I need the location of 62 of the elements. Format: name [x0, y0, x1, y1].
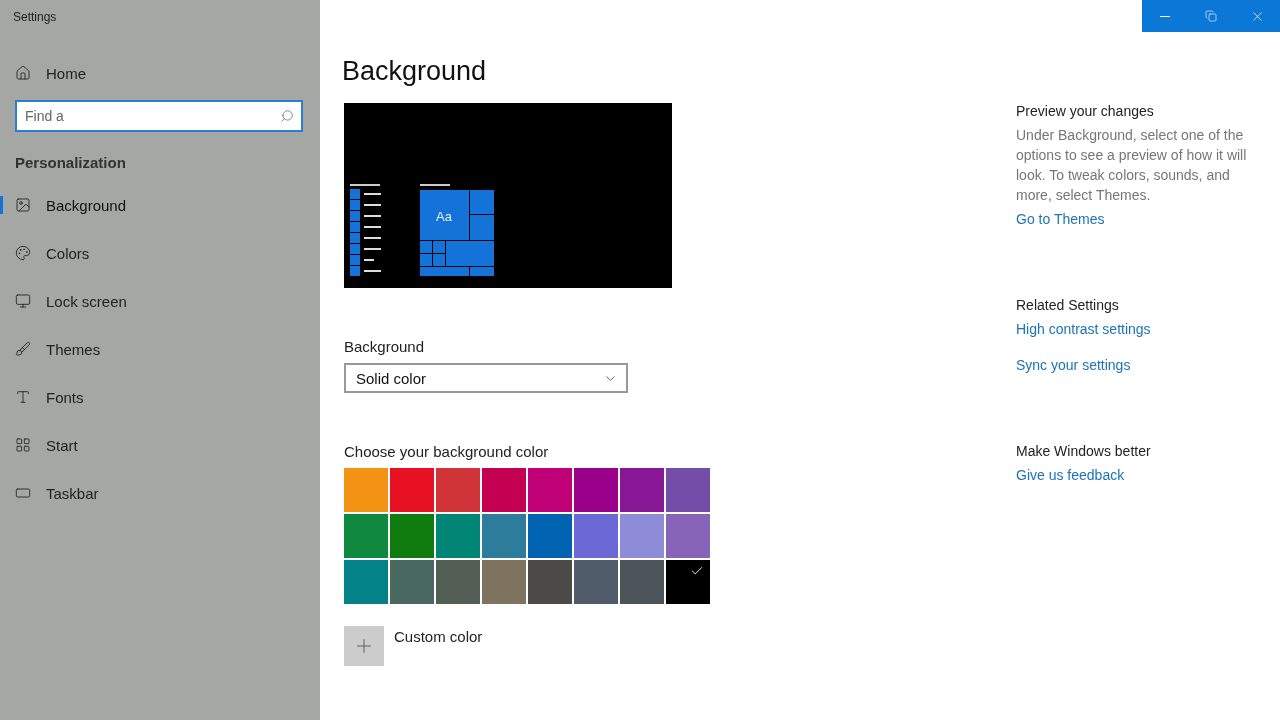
section-title: Related Settings: [1016, 297, 1119, 313]
brush-icon: [15, 341, 31, 357]
color-swatch[interactable]: [390, 468, 434, 512]
section-heading: Personalization: [14, 154, 127, 171]
color-swatch[interactable]: [666, 560, 710, 604]
monitor-icon: [15, 293, 31, 309]
letters-icon: [15, 389, 31, 405]
color-swatch[interactable]: [620, 468, 664, 512]
color-swatch[interactable]: [390, 514, 434, 558]
color-swatch[interactable]: [436, 514, 480, 558]
image-icon: [15, 197, 31, 213]
nav-item[interactable]: Background: [0, 181, 320, 229]
color-swatch[interactable]: [528, 514, 572, 558]
color-swatch[interactable]: [620, 560, 664, 604]
page-heading: Background: [342, 56, 488, 87]
color-swatch[interactable]: [574, 514, 618, 558]
add-color-button[interactable]: [344, 626, 384, 666]
rectangle-icon: [15, 485, 31, 501]
nav-item[interactable]: Fonts: [0, 373, 320, 421]
color-swatch[interactable]: [390, 560, 434, 604]
settings-link[interactable]: Go to Themes: [1016, 211, 1105, 227]
color-swatch[interactable]: [666, 514, 710, 558]
color-swatch[interactable]: [482, 468, 526, 512]
restore-icon: [1205, 10, 1217, 22]
grid-icon: [15, 437, 31, 453]
color-swatch[interactable]: [482, 560, 526, 604]
home-icon: [15, 65, 31, 81]
color-swatch[interactable]: [344, 468, 388, 512]
tile-label: Aa: [436, 209, 452, 224]
color-swatch[interactable]: [574, 560, 618, 604]
search-icon: [280, 109, 294, 123]
section-title: Make Windows better: [1016, 443, 1151, 459]
background-dropdown[interactable]: Solid color: [344, 363, 628, 393]
color-swatch[interactable]: [482, 514, 526, 558]
nav-item[interactable]: Lock screen: [0, 277, 320, 325]
field-label: Choose your background color: [344, 443, 550, 460]
home-link[interactable]: Home: [46, 64, 86, 82]
nav-item[interactable]: Colors: [0, 229, 320, 277]
color-swatch[interactable]: [528, 560, 572, 604]
color-swatch[interactable]: [436, 468, 480, 512]
window-title: Settings: [12, 9, 58, 26]
color-swatch[interactable]: [528, 468, 572, 512]
search-field[interactable]: Find a: [15, 100, 303, 132]
settings-link[interactable]: Sync your settings: [1016, 357, 1131, 373]
color-swatch[interactable]: [574, 468, 618, 512]
minimize-icon: [1160, 15, 1170, 17]
section-title: Preview your changes: [1016, 103, 1154, 119]
nav-item[interactable]: Themes: [0, 325, 320, 373]
color-swatch[interactable]: [620, 514, 664, 558]
check-icon: [690, 564, 704, 578]
color-swatch[interactable]: [666, 468, 710, 512]
palette-icon: [15, 245, 31, 261]
help-text: Under Background, select one of the options to see a preview of how it will look. To tweak colors, sounds, and more, select Themes.: [1016, 126, 1248, 205]
color-swatch[interactable]: [436, 560, 480, 604]
field-label: Background: [344, 338, 426, 355]
color-swatch[interactable]: [344, 514, 388, 558]
settings-link[interactable]: High contrast settings: [1016, 321, 1151, 337]
settings-link[interactable]: Give us feedback: [1016, 467, 1125, 483]
color-swatch[interactable]: [344, 560, 388, 604]
nav-item[interactable]: Taskbar: [0, 469, 320, 517]
nav-item[interactable]: Start: [0, 421, 320, 469]
custom-color-label: Custom color: [394, 628, 483, 647]
